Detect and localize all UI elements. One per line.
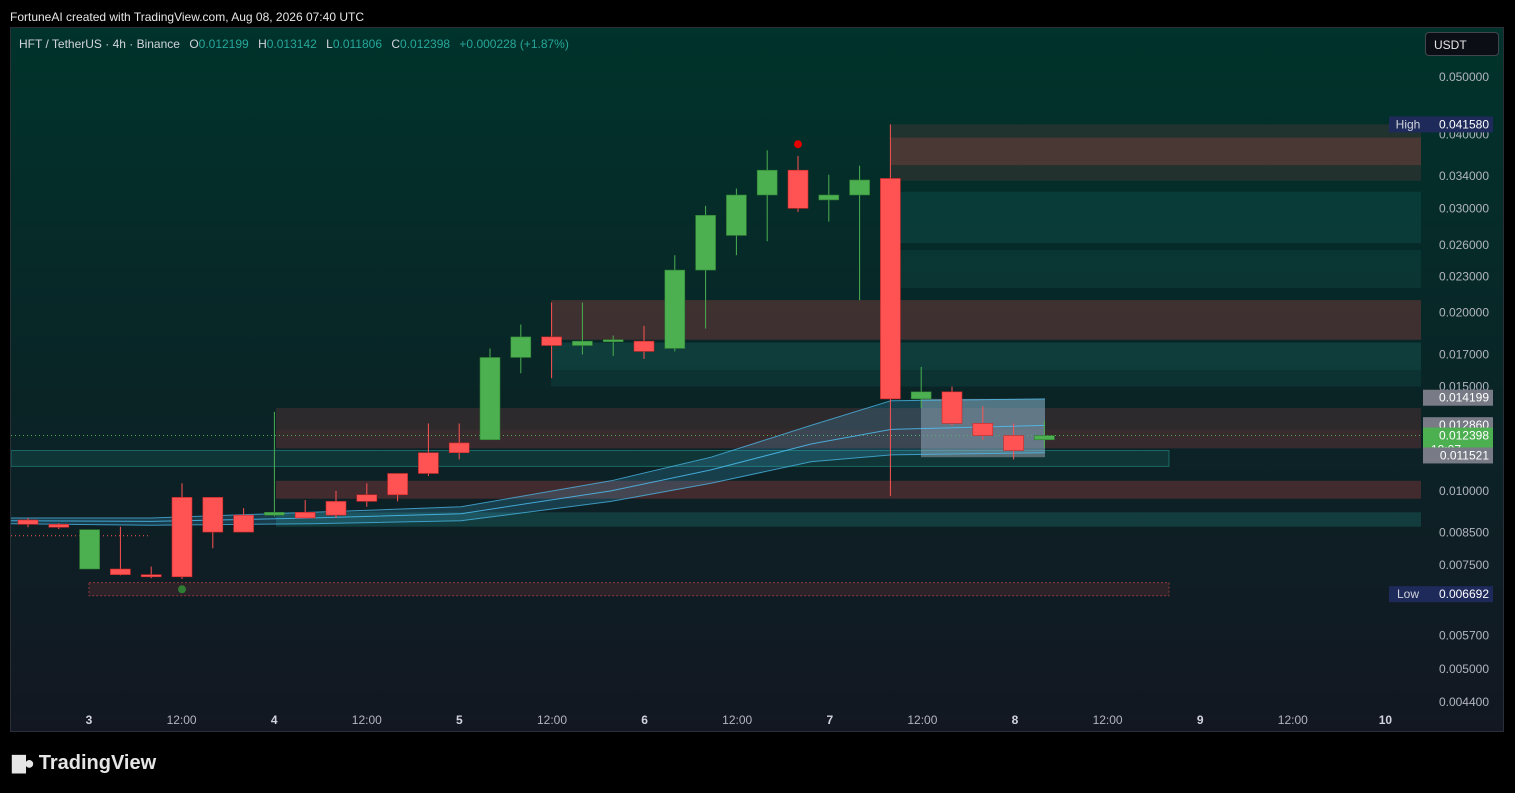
x-tick-1: 12:00 [167,713,197,727]
candle-body-28 [880,178,901,400]
price-box-value-4: 0.011521 [1440,448,1489,462]
x-tick-3: 12:00 [352,713,382,727]
y-tick-3: 0.030000 [1439,201,1489,215]
high-value: 0.013142 [266,37,317,51]
candle-body-10 [325,501,347,516]
candle-body-33 [1034,435,1055,441]
price-tag-value-0: 0.041580 [1439,117,1489,131]
candle-body-1 [48,524,70,528]
candle-body-25 [787,169,809,209]
y-tick-12: 0.005700 [1439,628,1489,642]
y-tick-0: 0.050000 [1439,70,1489,84]
x-tick-5: 12:00 [537,713,567,727]
x-tick-4: 5 [456,713,463,727]
candle-body-21 [664,269,686,349]
candle-body-7 [233,514,254,533]
watermark-header: FortuneAI created with TradingView.com, … [10,10,364,24]
candle-body-32 [1003,435,1024,451]
y-tick-5: 0.023000 [1439,270,1489,284]
currency-button[interactable]: USDT [1425,32,1499,56]
close-label: C [391,37,401,51]
high-label: H [258,37,267,51]
candle-body-22 [695,215,716,271]
candlestick-chart[interactable]: 0.0500000.0400000.0340000.0300000.026000… [11,28,1503,731]
candle-body-16 [510,336,532,358]
candle-body-26 [818,194,840,201]
candle-body-3 [110,568,131,575]
candle-body-12 [387,473,408,496]
buy-signal-dot [178,585,186,594]
candle-body-8 [264,512,285,516]
y-tick-10: 0.008500 [1439,526,1489,540]
candle-body-5 [171,497,193,578]
candle-body-20 [633,340,655,352]
low-label: L [326,37,333,51]
candle-body-0 [17,519,39,525]
x-tick-6: 6 [641,713,648,727]
candle-body-11 [356,494,378,502]
candle-body-15 [479,357,501,441]
x-tick-10: 8 [1012,713,1019,727]
last-price-value: 0.012398 [1439,429,1489,443]
symbol-legend: HFT / TetherUS · 4h · Binance O0.012199 … [19,37,569,51]
low-value: 0.011806 [332,37,382,51]
candle-body-18 [572,340,593,346]
x-tick-7: 12:00 [722,713,752,727]
candle-body-14 [448,442,470,454]
y-tick-11: 0.007500 [1439,558,1489,572]
zone-9 [276,480,1421,499]
candle-body-17 [541,336,562,346]
x-tick-9: 12:00 [907,713,937,727]
brand-name: TradingView [38,752,157,774]
x-tick-11: 12:00 [1093,713,1123,727]
y-tick-14: 0.004400 [1439,695,1489,709]
close-value: 0.012398 [400,37,451,51]
candle-body-24 [756,169,778,196]
y-tick-4: 0.026000 [1439,238,1489,252]
x-tick-13: 12:00 [1278,713,1308,727]
change-value: +0.000228 (+1.87%) [459,37,569,51]
x-tick-2: 4 [271,713,278,727]
candle-body-27 [849,179,870,196]
candle-body-13 [418,452,439,474]
price-tag-label-5: Low [1397,587,1419,601]
zone-3 [891,250,1421,289]
candle-body-31 [972,423,994,436]
x-tick-0: 3 [86,713,93,727]
symbol-title: HFT / TetherUS · 4h · Binance [19,37,180,51]
candle-body-2 [79,529,100,570]
brand-footer: ▇● TradingView [12,752,156,775]
y-tick-13: 0.005000 [1439,662,1489,676]
y-tick-6: 0.020000 [1439,306,1489,320]
x-tick-8: 7 [826,713,833,727]
candle-body-29 [910,391,932,400]
open-value: 0.012199 [198,37,249,51]
zone-1 [891,137,1421,166]
price-box-value-1: 0.014199 [1439,391,1489,405]
price-tag-label-0: High [1396,117,1421,131]
sell-signal-dot [794,140,802,149]
candle-body-9 [294,512,316,519]
chart-frame[interactable]: 0.050000 0.040000 0.034000 0.030000 0.026000… [10,27,1504,732]
candle-body-4 [140,574,162,578]
y-tick-7: 0.017000 [1439,347,1489,361]
candle-body-23 [726,194,747,236]
price-tag-value-5: 0.006692 [1439,587,1489,601]
candle-body-19 [602,339,624,343]
zone-2 [891,191,1421,244]
x-tick-12: 9 [1197,713,1204,727]
x-tick-14: 10 [1379,713,1393,727]
candle-body-6 [202,497,224,533]
y-tick-9: 0.010000 [1439,484,1489,498]
candle-body-30 [941,391,963,424]
zone-6 [551,370,1421,387]
y-tick-2: 0.034000 [1439,169,1489,183]
tradingview-logo-icon: ▇● [12,753,35,773]
low-zone [88,582,1170,597]
open-label: O [189,37,199,51]
